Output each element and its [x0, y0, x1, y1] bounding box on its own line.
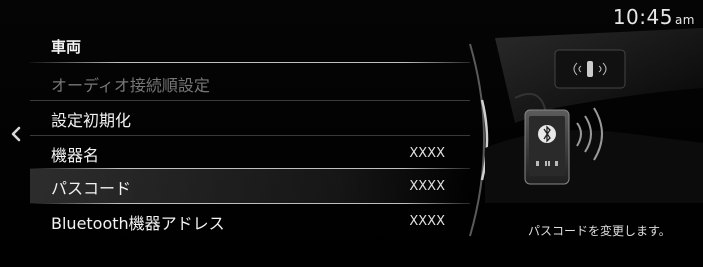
- menu-item-label: オーディオ接続順設定: [51, 76, 210, 95]
- menu-item-audio-order[interactable]: オーディオ接続順設定: [30, 66, 470, 100]
- bluetooth-phone-illustration: [485, 28, 703, 203]
- menu-item-label: 機器名: [51, 146, 100, 165]
- settings-menu: 車両 オーディオ接続順設定 設定初期化 機器名 XXXX パスコード XXXX …: [30, 32, 475, 237]
- help-description: パスコードを変更します。: [528, 224, 671, 238]
- menu-header-label: 車両: [51, 38, 82, 56]
- menu-item-label: 設定初期化: [51, 111, 132, 130]
- clock-time: 10:45: [612, 5, 673, 29]
- chevron-left-icon: [11, 126, 21, 142]
- back-button[interactable]: [5, 123, 27, 145]
- menu-header: 車両: [30, 32, 470, 66]
- menu-item-device-name[interactable]: 機器名 XXXX: [30, 136, 470, 170]
- menu-item-label: Bluetooth機器アドレス: [51, 214, 225, 233]
- header-divider: [30, 62, 470, 63]
- menu-item-passcode[interactable]: パスコード XXXX: [30, 169, 470, 203]
- menu-item-bt-address[interactable]: Bluetooth機器アドレス XXXX: [30, 204, 470, 238]
- menu-item-reset[interactable]: 設定初期化: [30, 101, 470, 135]
- screen: 10:45 am 車両 オーディオ接続順設定 設定初期化 機器名 XXXX パスコ…: [0, 0, 703, 267]
- clock-ampm: am: [674, 13, 695, 27]
- menu-item-label: パスコード: [51, 179, 132, 198]
- clock: 10:45 am: [613, 5, 695, 29]
